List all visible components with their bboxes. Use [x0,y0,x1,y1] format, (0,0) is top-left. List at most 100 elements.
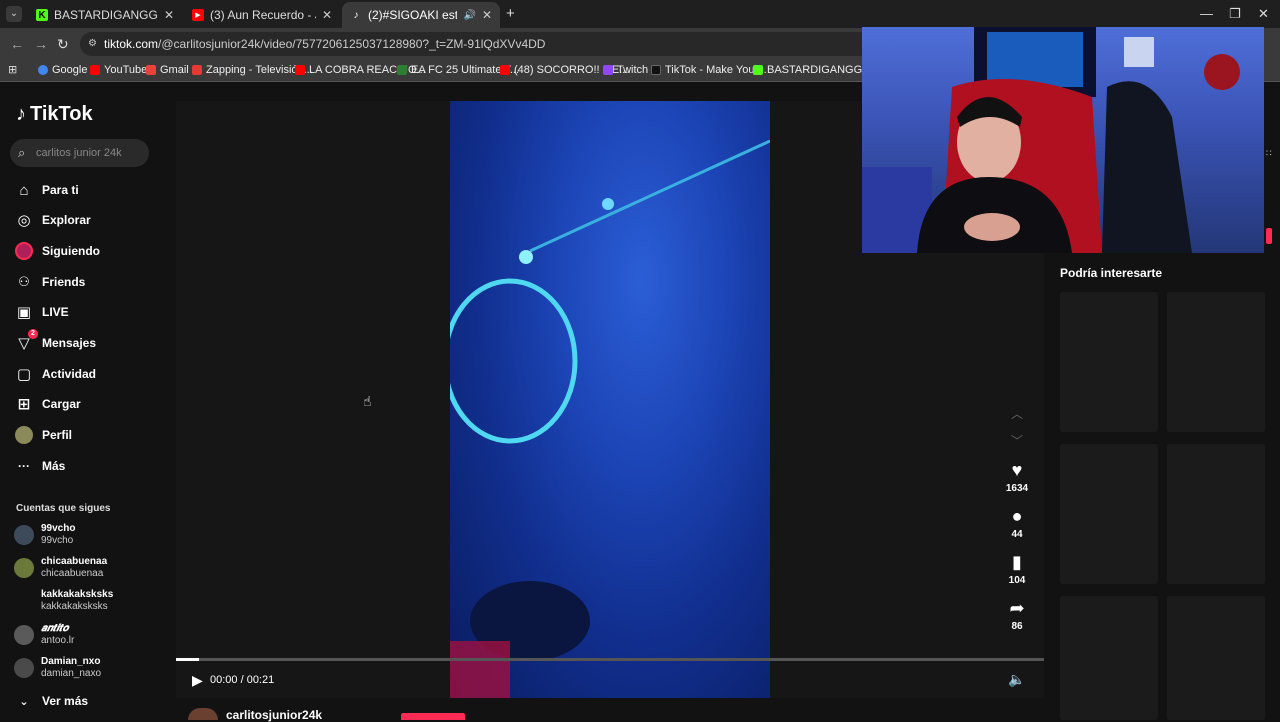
account-username: antoo.lr [41,635,75,646]
url-host: tiktok.com [104,37,159,51]
comment-icon: ● [1011,506,1023,526]
zapping-icon [192,65,202,75]
bottom-avatar[interactable] [188,708,218,720]
bookmark-label: Twitch [617,64,649,76]
url-path: /@carlitosjunior24k/video/75772061250371… [158,37,546,51]
browser-tab-1[interactable]: K BASTARDIGANGG Stream - ✕ [28,2,182,28]
site-info-icon[interactable]: ⚙ [88,32,97,56]
account-username: chicaabuenaa [41,568,104,579]
account-item[interactable]: 𝒂𝒏𝒕𝒊𝒕𝒐 antoo.lr [14,620,74,650]
recommended-video-thumbnail[interactable] [1060,596,1158,720]
home-icon: ⌂ [19,181,29,199]
save-count: 104 [1008,575,1026,586]
recommended-video-thumbnail[interactable] [1167,292,1265,432]
bookmark-youtube[interactable]: YouTube [90,64,147,76]
save-button[interactable]: ▮ 104 [1004,552,1030,586]
apps-grid-icon[interactable]: ⊞ [8,63,17,76]
close-tab-icon[interactable]: ✕ [482,8,492,22]
close-tab-icon[interactable]: ✕ [164,8,174,22]
comment-count: 44 [1011,529,1023,540]
tiktok-icon: ♪ [353,9,359,21]
share-button[interactable]: ➦ 86 [1004,598,1030,632]
nav-label: Mensajes [42,336,97,350]
nav-label: Explorar [42,213,91,227]
nav-para-ti[interactable]: ⌂ Para ti [14,179,78,201]
search-input[interactable]: ⌕ carlitos junior 24k [10,139,149,167]
bookmark-tiktok[interactable]: TikTok - Make Your... [651,64,767,76]
new-tab-icon[interactable]: + [506,5,515,22]
youtube-icon: ▶ [192,9,204,21]
nav-label: Siguiendo [42,244,100,258]
tiktok-logo[interactable]: ♪ TikTok [16,103,93,126]
kick-icon [753,65,763,75]
volume-icon[interactable]: 🔈 [1008,671,1025,688]
restore-icon[interactable]: ❐ [1229,6,1241,22]
account-item[interactable]: Damian_nxo damian_naxo [14,653,101,683]
account-name: Damian_nxo [41,656,101,667]
url-input[interactable]: ⚙ tiktok.com/@carlitosjunior24k/video/75… [80,32,880,56]
close-window-icon[interactable]: ✕ [1258,6,1269,22]
nav-mas[interactable]: ··· Más [14,455,65,477]
google-icon [38,65,48,75]
forward-icon[interactable]: → [34,36,48,52]
previous-video-icon[interactable]: ︿ [1011,405,1023,422]
back-icon[interactable]: ← [10,36,24,52]
account-item[interactable]: 99vcho 99vcho [14,520,75,550]
bookmark-twitch[interactable]: Twitch [603,64,648,76]
comment-button[interactable]: ● 44 [1004,506,1030,540]
nav-siguiendo[interactable]: Siguiendo [14,240,100,262]
video-time: 00:00 / 00:21 [210,674,275,686]
video-content-image [450,139,770,698]
avatar [14,658,34,678]
recommended-video-thumbnail[interactable] [1060,444,1158,584]
account-item[interactable]: chicaabuenaa chicaabuenaa [14,553,107,583]
close-tab-icon[interactable]: ✕ [322,8,332,22]
nav-label: Más [42,459,66,473]
next-video-icon[interactable]: ﹀ [1011,432,1023,449]
browser-tab-2[interactable]: ▶ (3) Aun Recuerdo - JB the Voice ✕ [184,2,340,28]
bookmark-google[interactable]: Google [38,64,87,76]
recommendations-panel: Podría interesarte [1044,254,1280,720]
recommended-video-thumbnail[interactable] [1167,596,1265,720]
minimize-icon[interactable]: — [1200,6,1213,21]
reload-icon[interactable]: ↻ [57,36,69,53]
bookmark-bastardigangg[interactable]: BASTARDIGANGG |... [753,64,877,76]
see-more-button[interactable]: ⌄ Ver más [14,690,88,712]
gmail-icon [146,65,156,75]
nav-label: Cargar [42,397,81,411]
play-icon[interactable]: ▶ [192,672,203,689]
account-username: 99vcho [41,535,74,546]
bookmark-icon: ▮ [1012,552,1022,572]
nav-label: Actividad [42,367,97,381]
avatar [14,525,34,545]
browser-tab-3-active[interactable]: ♪ (2)#SIGOAKI este 29 estam 🔊 ✕ [342,2,500,28]
youtube-icon [295,65,305,75]
follow-button[interactable] [401,713,465,720]
nav-mensajes[interactable]: ▽ 2 Mensajes [14,329,97,354]
friends-icon: ⚇ [18,274,30,289]
nav-actividad[interactable]: ▢ Actividad [14,363,96,385]
nav-perfil[interactable]: Perfil [14,424,72,446]
account-name: 99vcho [41,523,76,534]
audio-playing-icon[interactable]: 🔊 [463,10,475,21]
webcam-image [862,27,1240,253]
bookmark-label: TikTok - Make Your... [665,64,767,76]
nav-live[interactable]: ▣ LIVE [14,301,69,323]
nav-explorar[interactable]: ◎ Explorar [14,209,91,231]
mouse-cursor-icon: ☝ [363,393,372,409]
right-edge-pink-tab [1266,228,1272,244]
recommended-video-thumbnail[interactable] [1167,444,1265,584]
like-button[interactable]: ♥ 1634 [1004,460,1030,494]
nav-friends[interactable]: ⚇ Friends [14,271,85,293]
twitch-icon [603,65,613,75]
video-progress-bar[interactable] [176,658,1044,661]
account-name: 𝒂𝒏𝒕𝒊𝒕𝒐 [41,623,69,634]
account-username: damian_naxo [41,668,102,679]
video-frame[interactable] [450,101,770,698]
recommended-video-thumbnail[interactable] [1060,292,1158,432]
nav-cargar[interactable]: ⊞ Cargar [14,393,81,415]
share-icon: ➦ [1009,598,1025,618]
tab-search-dropdown-icon[interactable]: ⌄ [6,6,22,22]
account-item[interactable]: kakkakaksksks kakkakaksksks [14,586,113,616]
bookmark-gmail[interactable]: Gmail [146,64,189,76]
